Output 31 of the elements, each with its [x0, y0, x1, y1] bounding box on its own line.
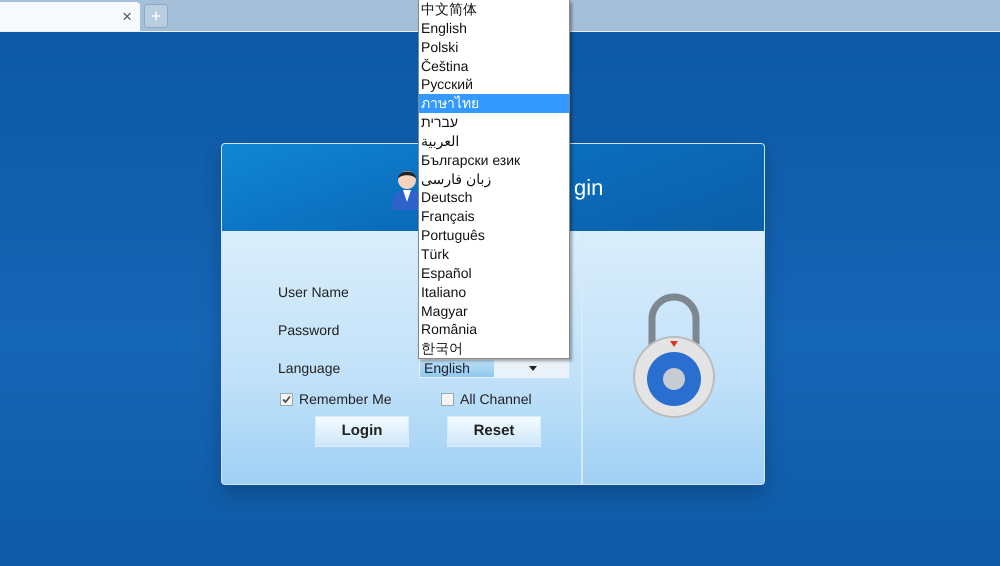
language-option[interactable]: Türk: [419, 244, 569, 264]
browser-tab[interactable]: ×: [0, 2, 140, 31]
checkbox[interactable]: [441, 393, 454, 406]
login-title: gin: [574, 174, 604, 202]
language-option[interactable]: Deutsch: [419, 188, 569, 208]
reset-button[interactable]: Reset: [447, 416, 541, 447]
language-option[interactable]: Português: [419, 226, 569, 245]
language-option[interactable]: 한국어: [419, 339, 569, 358]
language-option[interactable]: România: [419, 320, 569, 340]
language-option[interactable]: Polski: [419, 38, 569, 57]
language-select[interactable]: English: [419, 358, 569, 378]
language-option[interactable]: Magyar: [419, 302, 569, 320]
checkbox-label: All Channel: [460, 390, 532, 409]
language-option[interactable]: زبان فارسی: [419, 170, 569, 188]
language-option[interactable]: English: [419, 18, 569, 38]
field-label: Password: [278, 320, 340, 340]
language-option[interactable]: Français: [419, 207, 569, 226]
field-label: Language: [278, 358, 342, 378]
checkbox-label: Remember Me: [299, 390, 392, 409]
language-option[interactable]: العربية: [419, 132, 569, 151]
language-option[interactable]: Italiano: [419, 282, 569, 302]
checkbox[interactable]: [280, 393, 293, 406]
language-option[interactable]: Русский: [419, 75, 569, 94]
language-option[interactable]: Čeština: [419, 56, 569, 76]
language-option[interactable]: Български език: [419, 150, 569, 170]
login-button[interactable]: Login: [315, 416, 409, 447]
language-option[interactable]: עברית: [419, 113, 569, 132]
language-option[interactable]: 中文简体: [419, 0, 569, 19]
caret-icon: [529, 366, 537, 370]
field-label: User Name: [278, 282, 350, 302]
language-option[interactable]: Español: [419, 264, 569, 283]
